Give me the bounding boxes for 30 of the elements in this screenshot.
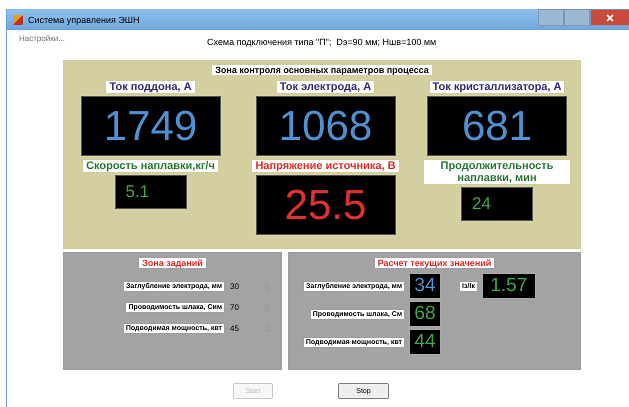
panel-title: Расчет текущих значений bbox=[374, 258, 494, 268]
app-icon bbox=[13, 14, 23, 24]
readout-display: 24 bbox=[461, 187, 533, 221]
readout-display: 1.57 bbox=[482, 274, 535, 298]
readout-display: 5.1 bbox=[114, 175, 186, 209]
readout-display: 44 bbox=[410, 330, 440, 354]
number-field[interactable]: 70 bbox=[230, 303, 270, 312]
display-label: Продолжительность наплавки, мин bbox=[424, 160, 570, 184]
display-label: Ток кристаллизатора, А bbox=[430, 81, 564, 93]
panel-title: Зона заданий bbox=[139, 258, 206, 268]
display-label: Напряжение источника, В bbox=[252, 160, 399, 172]
readout-display: 25.5 bbox=[256, 175, 396, 235]
number-field[interactable]: 45 bbox=[230, 324, 270, 333]
readout-display: 68 bbox=[410, 302, 440, 326]
readout-display: 1749 bbox=[80, 96, 220, 156]
readout-display: 1068 bbox=[256, 96, 396, 156]
maximize-button[interactable] bbox=[564, 9, 590, 26]
number-field[interactable]: 30 bbox=[230, 282, 270, 291]
display-label: Скорость наплавки,кг/ч bbox=[83, 160, 218, 172]
readout-display: 681 bbox=[427, 96, 567, 156]
settings-menu[interactable]: Настройки... bbox=[19, 34, 65, 43]
close-button[interactable] bbox=[590, 9, 629, 26]
window-title: Система управления ЭШН bbox=[28, 14, 140, 24]
readout-display: 34 bbox=[410, 274, 440, 298]
panel-title: Зона контроля основных параметров процесса bbox=[212, 65, 432, 75]
minimize-button[interactable] bbox=[538, 9, 564, 26]
close-icon bbox=[605, 14, 615, 22]
scheme-label: Схема подключения типа "П"; Dэ=90 мм; Ншв=100 мм bbox=[207, 37, 436, 47]
display-label: Ток поддона, А bbox=[106, 81, 195, 93]
display-label: Ток электрода, А bbox=[276, 81, 374, 93]
